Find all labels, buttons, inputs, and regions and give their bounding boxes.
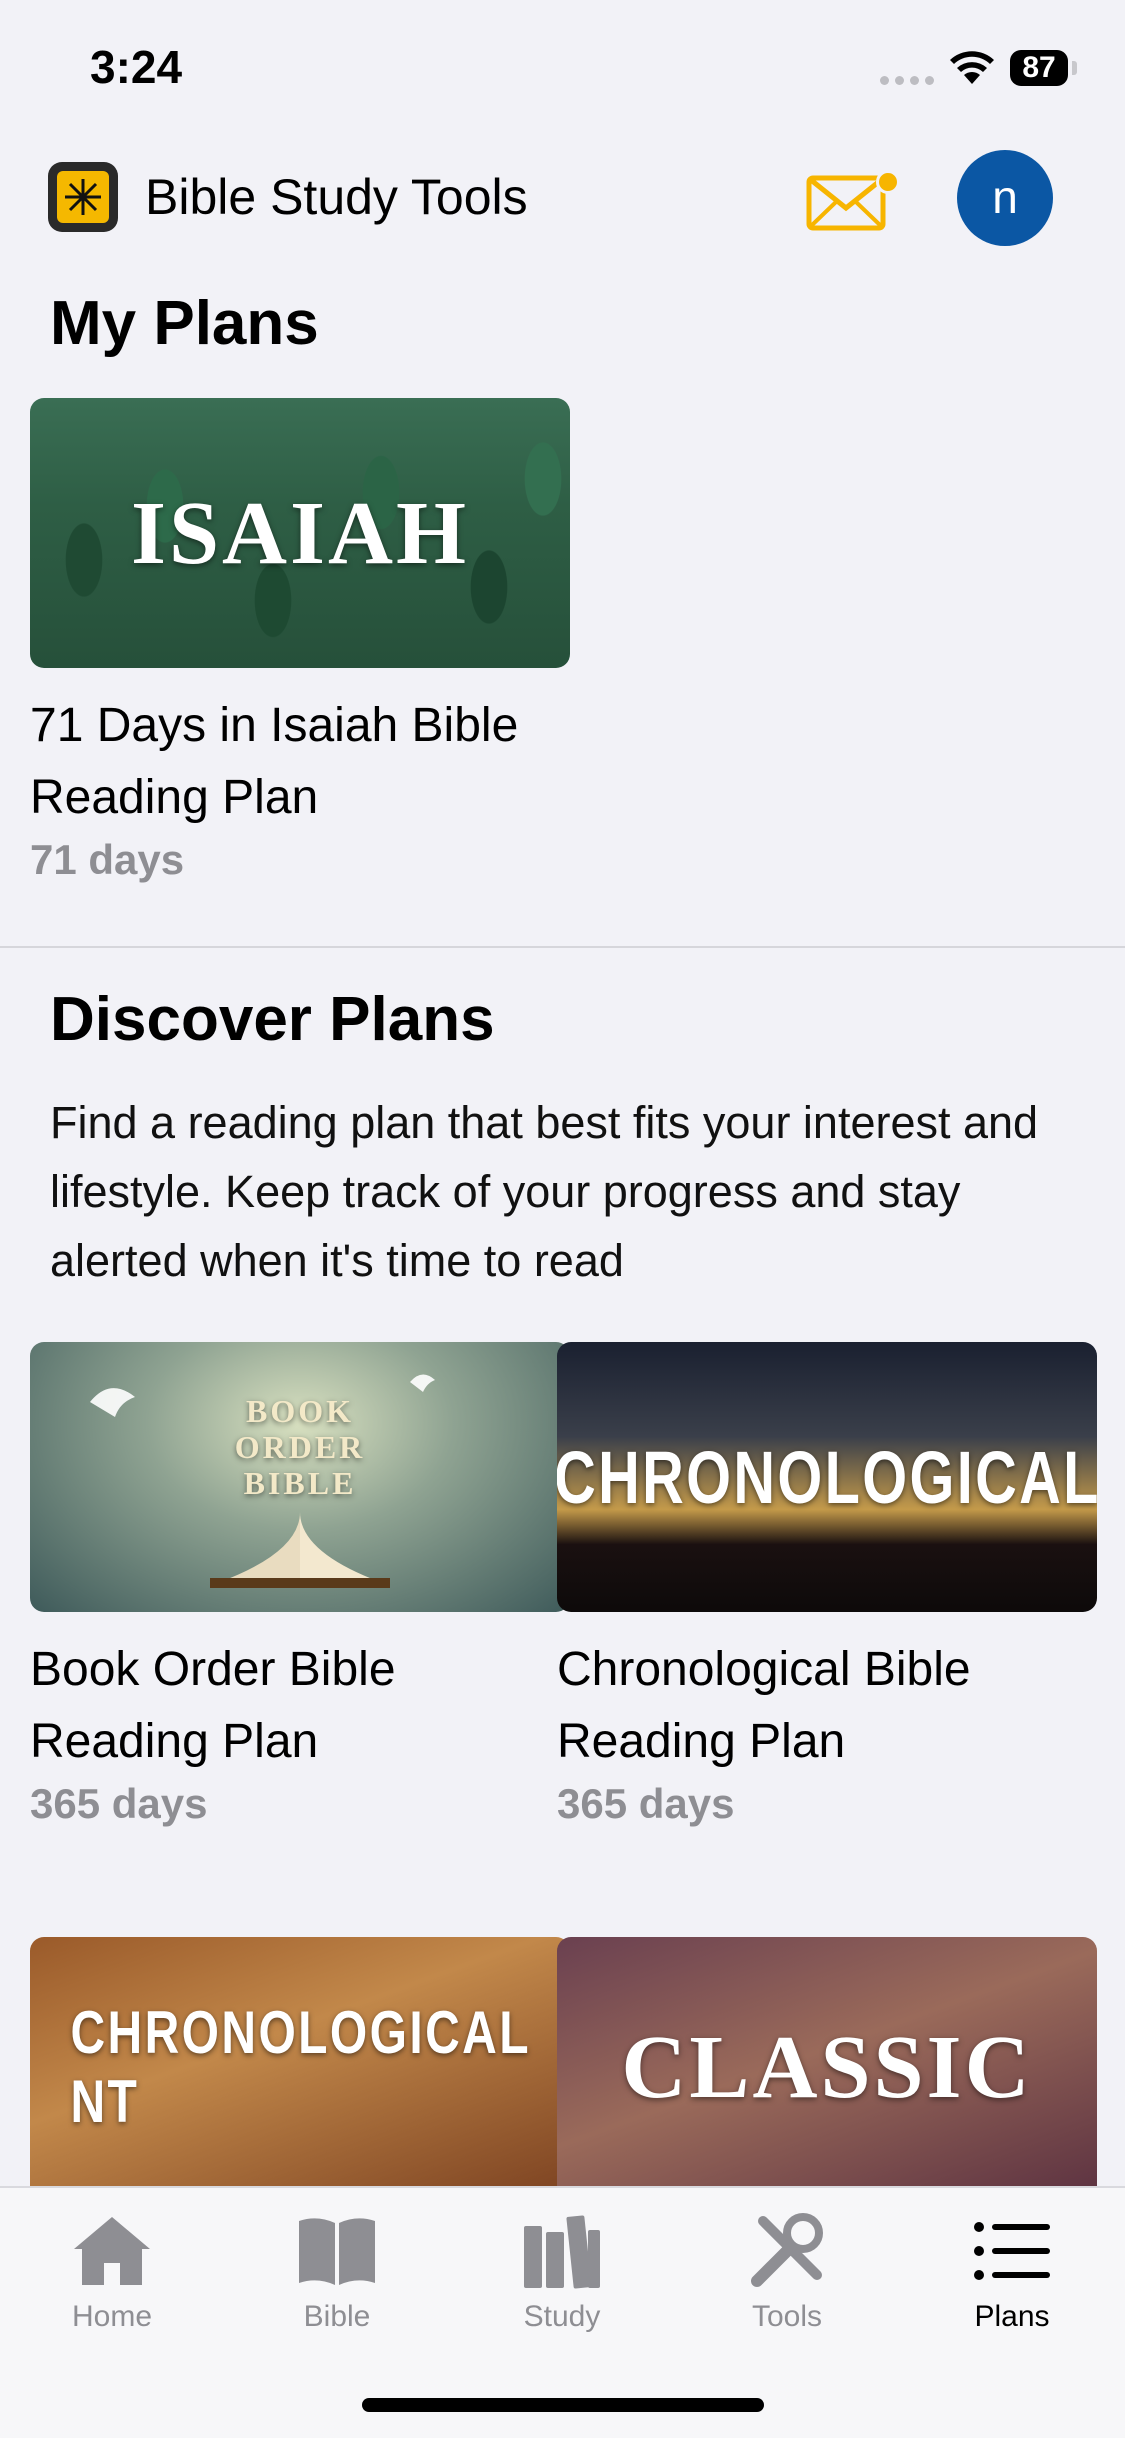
wifi-icon	[948, 48, 996, 91]
plan-image-title: CLASSIC	[621, 2017, 1033, 2117]
app-logo-icon	[48, 162, 118, 232]
list-icon	[932, 2206, 1092, 2296]
plan-duration: 365 days	[557, 1780, 735, 1827]
plan-duration: 71 days	[30, 836, 185, 883]
discover-plans-title: Discover Plans	[50, 985, 495, 1054]
tab-label: Tools	[751, 2300, 823, 2333]
home-icon	[32, 2206, 192, 2296]
battery-nub	[1072, 61, 1077, 75]
status-time: 3:24	[90, 41, 183, 93]
plan-image-title: CHRONOLOGICAL	[557, 1435, 1097, 1519]
notification-dot	[876, 170, 900, 194]
cellular-signal-icon	[880, 76, 934, 85]
book-icon	[257, 2206, 417, 2296]
plan-card-classic[interactable]: CLASSIC	[557, 1937, 1097, 2207]
books-icon	[482, 2206, 642, 2296]
tab-home[interactable]: Home	[32, 2206, 192, 2334]
plan-image: CLASSIC	[557, 1937, 1097, 2207]
plan-image: BOOK ORDER BIBLE	[30, 1342, 570, 1612]
app-header: Bible Study Tools n	[0, 150, 1125, 250]
home-indicator	[362, 2398, 764, 2412]
plan-card-chronological[interactable]: CHRONOLOGICAL Chronological Bible Readin…	[557, 1342, 1097, 1828]
section-divider	[0, 946, 1125, 948]
plan-card-book-order[interactable]: BOOK ORDER BIBLE Book Order Bible Readin…	[30, 1342, 570, 1828]
tab-plans[interactable]: Plans	[932, 2206, 1092, 2334]
tab-label: Home	[71, 2300, 153, 2333]
tab-label: Plans	[974, 2300, 1050, 2333]
tab-study[interactable]: Study	[482, 2206, 642, 2334]
plan-name: Chronological Bible Reading Plan	[557, 1643, 971, 1768]
plan-name: 71 Days in Isaiah Bible Reading Plan	[30, 699, 519, 824]
tab-label: Bible	[303, 2300, 371, 2333]
tools-icon	[707, 2206, 867, 2296]
plan-image-title: ISAIAH	[130, 483, 470, 583]
my-plans-title: My Plans	[50, 289, 319, 358]
plan-image-title: BOOK ORDER BIBLE	[234, 1393, 366, 1501]
tab-tools[interactable]: Tools	[707, 2206, 867, 2334]
status-bar: 3:24 87	[0, 0, 1125, 140]
plan-image: CHRONOLOGICAL NT	[30, 1937, 570, 2207]
plan-card-isaiah[interactable]: ISAIAH 71 Days in Isaiah Bible Reading P…	[30, 398, 570, 884]
avatar[interactable]: n	[957, 150, 1053, 246]
plan-card-chronological-nt[interactable]: CHRONOLOGICAL NT	[30, 1937, 570, 2207]
tab-bible[interactable]: Bible	[257, 2206, 417, 2334]
plan-image-title: CHRONOLOGICAL NT	[70, 1999, 530, 2135]
plan-duration: 365 days	[30, 1780, 208, 1827]
tab-label: Study	[523, 2300, 601, 2333]
discover-description: Find a reading plan that best fits your …	[50, 1097, 1039, 1286]
inbox-button[interactable]	[805, 168, 900, 238]
app-title: Bible Study Tools	[145, 169, 528, 225]
plan-image: CHRONOLOGICAL	[557, 1342, 1097, 1612]
battery-indicator: 87	[1010, 50, 1068, 86]
plan-name: Book Order Bible Reading Plan	[30, 1643, 396, 1768]
plan-image: ISAIAH	[30, 398, 570, 668]
